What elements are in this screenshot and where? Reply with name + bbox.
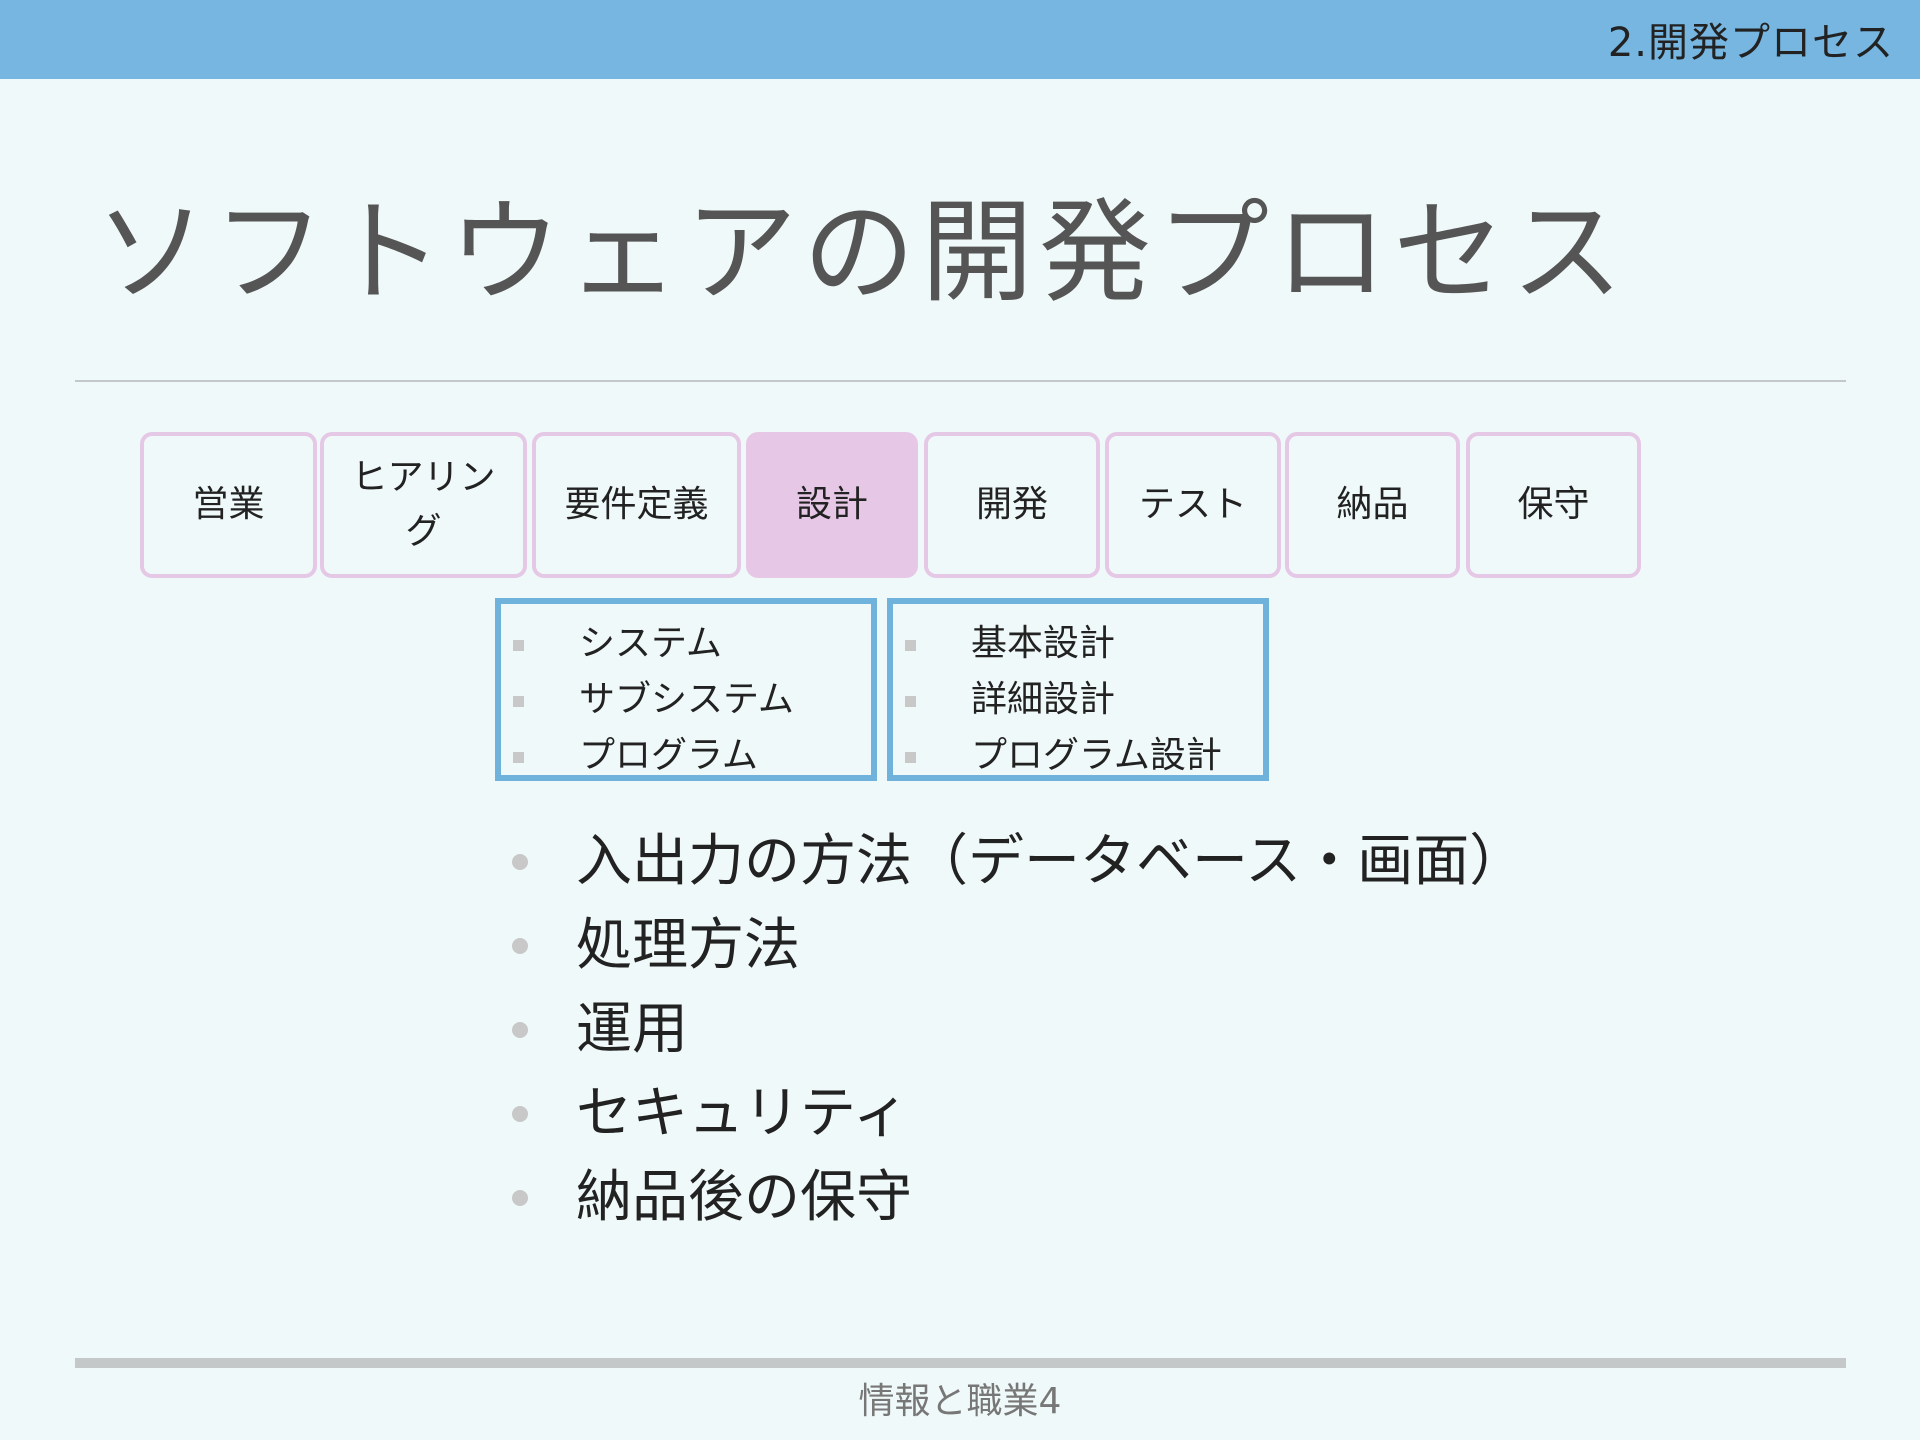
list-item: 詳細設計 — [893, 672, 1263, 728]
square-bullet-icon — [513, 752, 524, 763]
square-bullet-icon — [513, 640, 524, 651]
header-bar: 2.開発プロセス — [0, 0, 1920, 79]
list-item: 基本設計 — [893, 616, 1263, 672]
process-step-maintenance: 保守 — [1466, 432, 1641, 578]
bullet-dot-icon — [512, 1022, 528, 1038]
process-step-test: テスト — [1105, 432, 1281, 578]
list-item: プログラム設計 — [893, 728, 1263, 784]
design-level-box: 基本設計 詳細設計 プログラム設計 — [887, 598, 1269, 781]
list-item: プログラム — [501, 728, 871, 784]
square-bullet-icon — [905, 640, 916, 651]
process-step-sales: 営業 — [140, 432, 317, 578]
slide-title: ソフトウェアの開発プロセス — [95, 188, 1629, 318]
step-label: 保守 — [1517, 484, 1590, 525]
bullet-dot-icon — [512, 938, 528, 954]
bullet-dot-icon — [512, 1106, 528, 1122]
step-label: テスト — [1138, 484, 1247, 525]
process-step-hearing: ヒアリング — [320, 432, 527, 578]
list-item: システム — [501, 616, 871, 672]
square-bullet-icon — [905, 752, 916, 763]
footer-text: 情報と職業4 — [858, 1381, 1062, 1422]
footer-divider — [75, 1358, 1846, 1368]
square-bullet-icon — [513, 696, 524, 707]
process-step-delivery: 納品 — [1285, 432, 1460, 578]
step-label: 設計 — [795, 484, 868, 525]
title-divider — [75, 380, 1846, 382]
step-label: 営業 — [192, 484, 265, 525]
process-step-design: 設計 — [746, 432, 918, 578]
step-label: 納品 — [1336, 484, 1409, 525]
section-label: 2.開発プロセス — [1607, 20, 1894, 66]
square-bullet-icon — [905, 696, 916, 707]
step-label: 要件定義 — [564, 484, 709, 525]
process-step-requirements: 要件定義 — [532, 432, 741, 578]
step-label: ヒアリング — [351, 457, 496, 552]
list-item: サブシステム — [501, 672, 871, 728]
process-step-development: 開発 — [924, 432, 1100, 578]
bullet-dot-icon — [512, 1190, 528, 1206]
step-label: 開発 — [975, 484, 1048, 525]
bullet-dot-icon — [512, 854, 528, 870]
design-scope-box: システム サブシステム プログラム — [495, 598, 877, 781]
